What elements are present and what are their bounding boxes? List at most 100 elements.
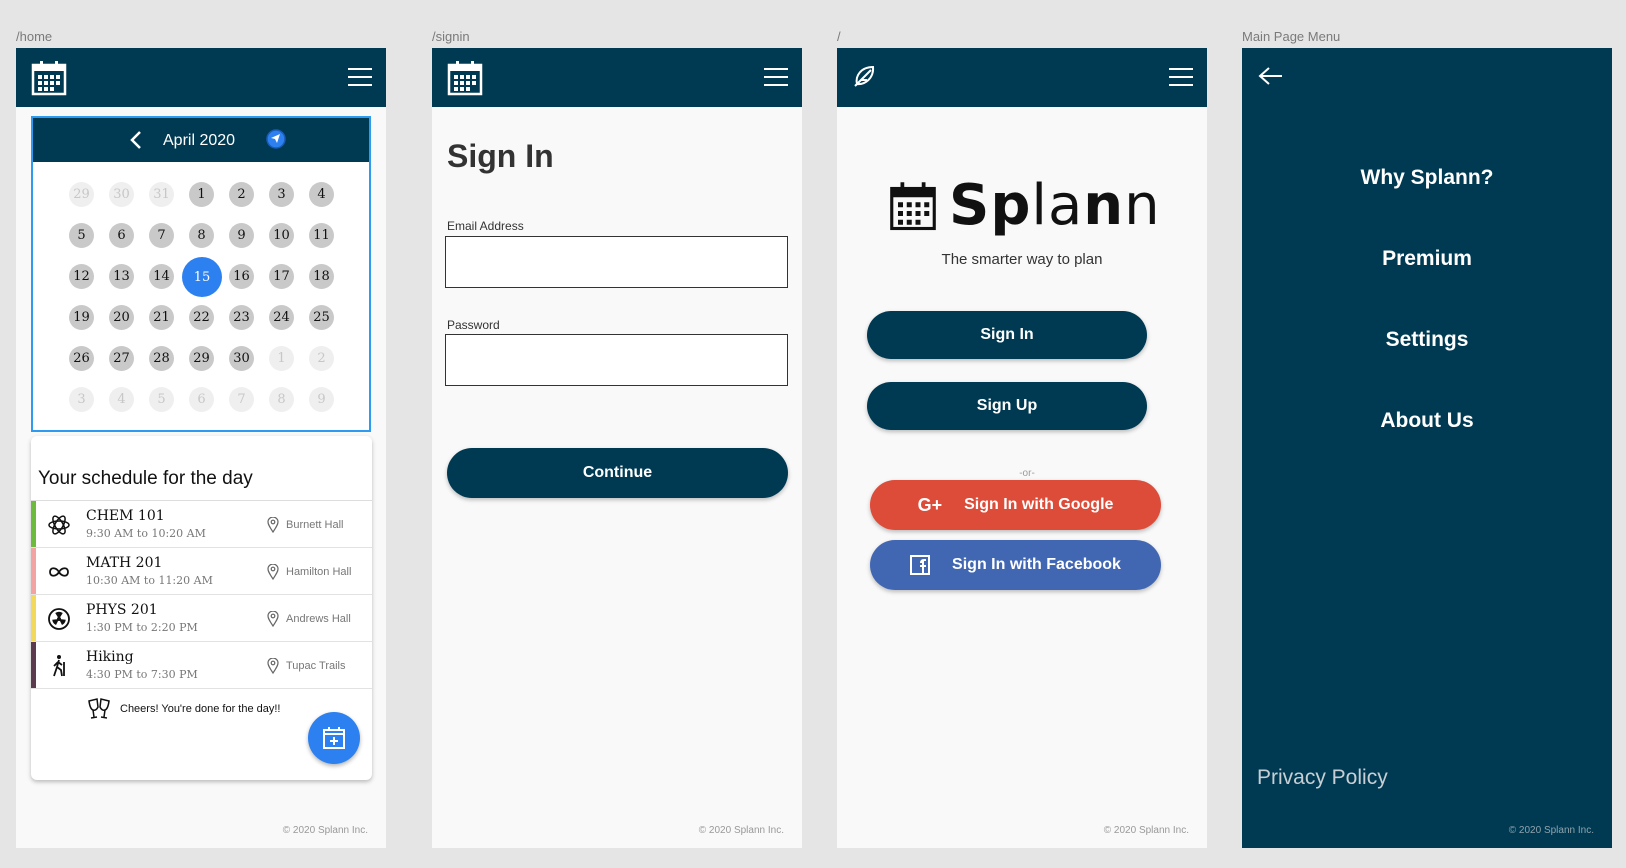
calendar-day-cell: 3 bbox=[67, 387, 107, 428]
calendar-day-cell: 11 bbox=[307, 223, 347, 264]
calendar-day[interactable]: 1 bbox=[269, 346, 294, 371]
cheers-glasses-icon bbox=[88, 698, 110, 719]
frame-label-home: /home bbox=[16, 29, 53, 44]
calendar-day[interactable]: 10 bbox=[269, 223, 294, 248]
calendar-day-cell: 6 bbox=[187, 387, 227, 428]
calendar-day[interactable]: 8 bbox=[269, 387, 294, 412]
calendar-add-icon bbox=[323, 727, 345, 749]
calendar-day[interactable]: 5 bbox=[69, 223, 94, 248]
calendar-day-cell: 1 bbox=[187, 182, 227, 223]
day-schedule-card: Your schedule for the day CHEM 101 9:30 A… bbox=[31, 436, 372, 780]
google-signin-label: Sign In with Google bbox=[964, 496, 1114, 513]
calendar-day[interactable]: 11 bbox=[309, 223, 334, 248]
calendar-day-cell: 19 bbox=[67, 305, 107, 346]
continue-button[interactable]: Continue bbox=[447, 448, 788, 498]
calendar-day[interactable]: 14 bbox=[149, 264, 174, 289]
calendar-day[interactable]: 17 bbox=[269, 264, 294, 289]
calendar-month-title: April 2020 bbox=[163, 132, 236, 149]
add-event-button[interactable] bbox=[308, 712, 360, 764]
calendar-day[interactable]: 16 bbox=[229, 264, 254, 289]
calendar-day[interactable]: 22 bbox=[189, 305, 214, 330]
calendar-day[interactable]: 3 bbox=[69, 387, 94, 412]
calendar-day[interactable]: 4 bbox=[309, 182, 334, 207]
facebook-signin-button[interactable]: Sign In with Facebook bbox=[870, 540, 1161, 590]
hamburger-menu-icon[interactable] bbox=[1169, 66, 1193, 88]
main-menu-screen: Why Splann? Premium Settings About Us Pr… bbox=[1242, 48, 1612, 848]
calendar-day[interactable]: 13 bbox=[109, 264, 134, 289]
schedule-event-row[interactable]: PHYS 201 1:30 PM to 2:20 PM Andrews Hall bbox=[31, 595, 372, 642]
chevron-left-icon[interactable] bbox=[129, 130, 143, 150]
calendar-day[interactable]: 4 bbox=[109, 387, 134, 412]
event-name: Hiking bbox=[86, 649, 134, 665]
schedule-list: CHEM 101 9:30 AM to 10:20 AM Burnett Hall M… bbox=[31, 500, 372, 689]
calendar-day[interactable]: 2 bbox=[229, 182, 254, 207]
calendar-day[interactable]: 30 bbox=[109, 182, 134, 207]
arrow-left-icon[interactable] bbox=[1258, 66, 1284, 86]
menu-item-about-us[interactable]: About Us bbox=[1242, 409, 1612, 433]
calendar-day-cell: 5 bbox=[67, 223, 107, 264]
calendar-day[interactable]: 9 bbox=[229, 223, 254, 248]
google-signin-button[interactable]: G+ Sign In with Google bbox=[870, 480, 1161, 530]
calendar-day-cell: 4 bbox=[107, 387, 147, 428]
calendar-day-selected[interactable]: 15 bbox=[182, 257, 222, 297]
menu-item-premium[interactable]: Premium bbox=[1242, 247, 1612, 271]
calendar-day[interactable]: 29 bbox=[69, 182, 94, 207]
signin-button[interactable]: Sign In bbox=[867, 311, 1147, 359]
jump-to-today-icon[interactable] bbox=[265, 128, 287, 150]
calendar-day[interactable]: 7 bbox=[229, 387, 254, 412]
calendar-day[interactable]: 18 bbox=[309, 264, 334, 289]
menu-item-settings[interactable]: Settings bbox=[1242, 328, 1612, 352]
calendar-day[interactable]: 27 bbox=[109, 346, 134, 371]
calendar-day[interactable]: 6 bbox=[109, 223, 134, 248]
calendar-day[interactable]: 23 bbox=[229, 305, 254, 330]
calendar-logo-icon[interactable] bbox=[446, 59, 484, 97]
calendar-day[interactable]: 2 bbox=[309, 346, 334, 371]
calendar-day-cell: 15 bbox=[182, 257, 227, 305]
calendar-day[interactable]: 12 bbox=[69, 264, 94, 289]
calendar-day[interactable]: 6 bbox=[189, 387, 214, 412]
calendar-day[interactable]: 24 bbox=[269, 305, 294, 330]
hiker-icon bbox=[47, 654, 71, 678]
calendar-day[interactable]: 21 bbox=[149, 305, 174, 330]
hamburger-menu-icon[interactable] bbox=[764, 66, 788, 88]
calendar-day[interactable]: 5 bbox=[149, 387, 174, 412]
calendar-day[interactable]: 20 bbox=[109, 305, 134, 330]
google-plus-icon: G+ bbox=[917, 494, 943, 515]
schedule-event-row[interactable]: Hiking 4:30 PM to 7:30 PM Tupac Trails bbox=[31, 642, 372, 689]
calendar-day-cell: 9 bbox=[227, 223, 267, 264]
calendar-day-cell: 8 bbox=[267, 387, 307, 428]
brand-name: Splann bbox=[949, 173, 1161, 238]
top-bar bbox=[16, 48, 386, 107]
calendar-day[interactable]: 25 bbox=[309, 305, 334, 330]
calendar-day[interactable]: 7 bbox=[149, 223, 174, 248]
privacy-policy-link[interactable]: Privacy Policy bbox=[1257, 766, 1388, 790]
schedule-event-row[interactable]: CHEM 101 9:30 AM to 10:20 AM Burnett Hall bbox=[31, 501, 372, 548]
signup-button[interactable]: Sign Up bbox=[867, 382, 1147, 430]
calendar-day[interactable]: 29 bbox=[189, 346, 214, 371]
hamburger-menu-icon[interactable] bbox=[348, 66, 372, 88]
email-field[interactable] bbox=[445, 236, 788, 288]
calendar-day[interactable]: 8 bbox=[189, 223, 214, 248]
calendar-day-cell: 30 bbox=[227, 346, 267, 387]
event-name: MATH 201 bbox=[86, 555, 163, 571]
month-calendar: April 2020 29 30 31 1 2 3 4 5 6 7 8 9 10 11 12 13 14 15 16… bbox=[31, 116, 371, 432]
calendar-logo-icon[interactable] bbox=[30, 59, 68, 97]
calendar-day[interactable]: 19 bbox=[69, 305, 94, 330]
feather-icon[interactable] bbox=[851, 64, 877, 90]
calendar-day[interactable]: 31 bbox=[149, 182, 174, 207]
calendar-day-cell: 13 bbox=[107, 264, 147, 305]
calendar-day[interactable]: 30 bbox=[229, 346, 254, 371]
calendar-day[interactable]: 26 bbox=[69, 346, 94, 371]
calendar-day-cell: 16 bbox=[227, 264, 267, 305]
schedule-event-row[interactable]: MATH 201 10:30 AM to 11:20 AM Hamilton Hal… bbox=[31, 548, 372, 595]
page-title: Sign In bbox=[447, 138, 554, 174]
calendar-day[interactable]: 28 bbox=[149, 346, 174, 371]
atom-icon bbox=[47, 513, 71, 537]
event-time: 4:30 PM to 7:30 PM bbox=[86, 668, 198, 681]
password-field[interactable] bbox=[445, 334, 788, 386]
signin-screen: Sign In Email Address Password Continue … bbox=[432, 48, 802, 848]
calendar-day[interactable]: 3 bbox=[269, 182, 294, 207]
menu-item-why-splann[interactable]: Why Splann? bbox=[1242, 166, 1612, 190]
calendar-day[interactable]: 1 bbox=[189, 182, 214, 207]
calendar-day[interactable]: 9 bbox=[309, 387, 334, 412]
